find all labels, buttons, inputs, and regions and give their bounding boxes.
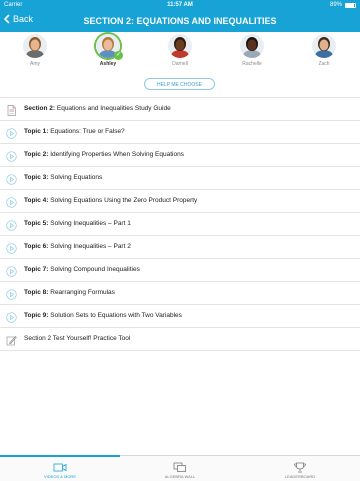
- avatar-rachelle[interactable]: Rachelle: [232, 34, 272, 67]
- list-item-title: Rearranging Formulas: [48, 289, 115, 296]
- avatar-name: Ashley: [99, 61, 117, 67]
- list-item-number: Topic 4:: [24, 197, 49, 204]
- list-item-title: Identifying Properties When Solving Equa…: [48, 151, 184, 158]
- play-icon: [6, 126, 17, 139]
- tab-label: ALGEBRA WALL: [164, 474, 196, 479]
- play-icon: [6, 287, 17, 300]
- avatar-zach[interactable]: Zach: [304, 34, 344, 67]
- avatar-image: [168, 34, 192, 58]
- list-item[interactable]: Topic 2: Identifying Properties When Sol…: [0, 143, 360, 166]
- list-item-label: Topic 4: Solving Equations Using the Zer…: [24, 197, 197, 204]
- play-icon: [6, 241, 17, 254]
- content-list: Section 2: Equations and Inequalities St…: [0, 97, 360, 351]
- list-item[interactable]: Section 2: Equations and Inequalities St…: [0, 97, 360, 120]
- list-divider: [0, 350, 360, 351]
- avatar-darnell[interactable]: Darnell: [160, 34, 200, 67]
- list-item[interactable]: Topic 1: Equations: True or False?: [0, 120, 360, 143]
- list-item-title: Solving Inequalities – Part 2: [48, 243, 131, 250]
- list-item-label: Section 2 Test Yourself! Practice Tool: [24, 335, 130, 342]
- avatar-name: Rachelle: [242, 61, 262, 67]
- list-item-number: Section 2:: [24, 105, 56, 112]
- tab-label: VIDEOS & MORE: [43, 474, 76, 479]
- list-item-label: Topic 8: Rearranging Formulas: [24, 289, 115, 296]
- avatar-name: Zach: [318, 61, 330, 67]
- list-item-label: Topic 6: Solving Inequalities – Part 2: [24, 243, 131, 250]
- avatar-image: ✓: [96, 34, 123, 60]
- play-icon: [6, 264, 17, 277]
- list-item-label: Topic 9: Solution Sets to Equations with…: [24, 312, 182, 319]
- list-item[interactable]: Topic 9: Solution Sets to Equations with…: [0, 304, 360, 327]
- tab-leaderboard[interactable]: LEADERBOARD: [240, 456, 360, 481]
- list-item-number: Topic 5:: [24, 220, 49, 227]
- pencil-icon: [6, 333, 17, 346]
- list-item-title: Solving Equations: [48, 174, 103, 181]
- help-me-choose-button[interactable]: HELP ME CHOOSE: [144, 78, 215, 90]
- list-item-label: Section 2: Equations and Inequalities St…: [24, 105, 171, 112]
- list-item[interactable]: Topic 5: Solving Inequalities – Part 1: [0, 212, 360, 235]
- list-item-number: Topic 6:: [24, 243, 49, 250]
- play-icon: [6, 195, 17, 208]
- list-item-label: Topic 7: Solving Compound Inequalities: [24, 266, 140, 273]
- list-item-label: Topic 1: Equations: True or False?: [24, 128, 125, 135]
- battery-percent: 89%: [329, 2, 342, 8]
- avatar-picker: Amy ✓ Ashley Darnell Rachelle Zach: [0, 34, 360, 76]
- list-item[interactable]: Topic 3: Solving Equations: [0, 166, 360, 189]
- list-item-title: Solving Inequalities – Part 1: [48, 220, 131, 227]
- avatar-amy[interactable]: Amy: [15, 34, 55, 67]
- avatar-ashley[interactable]: ✓ Ashley: [88, 34, 128, 67]
- tab-bar: VIDEOS & MORE ALGEBRA WALL LEADERBOARD: [0, 455, 360, 481]
- list-item-number: Topic 8:: [24, 289, 49, 296]
- list-item-number: Topic 9:: [24, 312, 49, 319]
- play-icon: [6, 218, 17, 231]
- avatar-image: [23, 34, 47, 58]
- active-tab-indicator: [0, 455, 120, 457]
- tab-algebra-wall[interactable]: ALGEBRA WALL: [120, 456, 240, 481]
- avatar-name: Amy: [30, 61, 40, 67]
- avatar-name: Darnell: [172, 61, 188, 67]
- battery-icon: [345, 3, 356, 8]
- list-item[interactable]: Topic 7: Solving Compound Inequalities: [0, 258, 360, 281]
- list-item-title: Section 2 Test Yourself! Practice Tool: [24, 335, 131, 342]
- nav-bar: Back SECTION 2: EQUATIONS AND INEQUALITI…: [0, 11, 360, 32]
- checkmark-icon: ✓: [114, 51, 123, 60]
- list-item-label: Topic 5: Solving Inequalities – Part 1: [24, 220, 131, 227]
- status-time: 11:57 AM: [167, 2, 193, 8]
- list-item-number: Topic 3:: [24, 174, 49, 181]
- list-item-label: Topic 2: Identifying Properties When Sol…: [24, 151, 184, 158]
- list-item-title: Equations and Inequalities Study Guide: [55, 105, 171, 112]
- list-item-number: Topic 7:: [24, 266, 49, 273]
- play-icon: [6, 310, 17, 323]
- list-item-number: Topic 2:: [24, 151, 49, 158]
- status-bar: Carrier 11:57 AM 89%: [0, 0, 360, 11]
- document-icon: [6, 103, 17, 116]
- list-item-title: Solving Equations Using the Zero Product…: [48, 197, 198, 204]
- play-icon: [6, 149, 17, 162]
- page-title: SECTION 2: EQUATIONS AND INEQUALITIES: [83, 16, 277, 26]
- avatar-image: [240, 34, 264, 58]
- list-item-label: Topic 3: Solving Equations: [24, 174, 102, 181]
- tab-videos-more[interactable]: VIDEOS & MORE: [0, 455, 120, 481]
- list-item-title: Equations: True or False?: [48, 128, 125, 135]
- list-item[interactable]: Section 2 Test Yourself! Practice Tool: [0, 327, 360, 350]
- play-icon: [6, 172, 17, 185]
- list-item-title: Solving Compound Inequalities: [48, 266, 140, 273]
- list-item[interactable]: Topic 6: Solving Inequalities – Part 2: [0, 235, 360, 258]
- list-item[interactable]: Topic 4: Solving Equations Using the Zer…: [0, 189, 360, 212]
- list-item[interactable]: Topic 8: Rearranging Formulas: [0, 281, 360, 304]
- tab-label: LEADERBOARD: [284, 474, 316, 479]
- list-item-title: Solution Sets to Equations with Two Vari…: [48, 312, 182, 319]
- avatar-image: [312, 34, 336, 58]
- list-item-number: Topic 1:: [24, 128, 49, 135]
